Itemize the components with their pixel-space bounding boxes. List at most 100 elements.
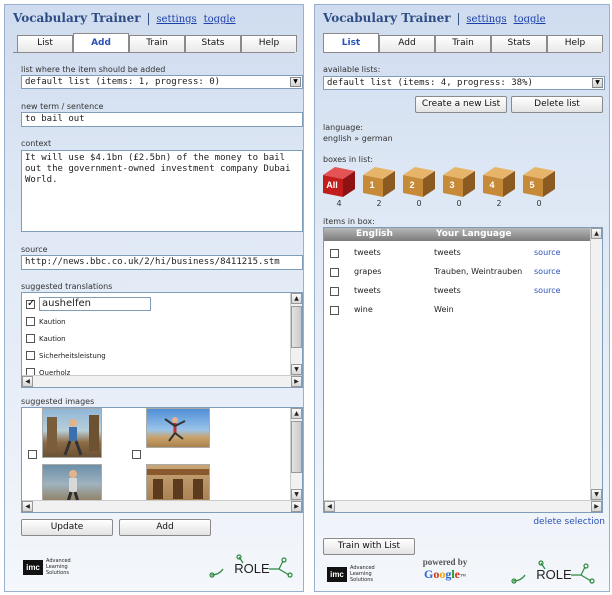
col-your-language: Your Language <box>436 229 512 239</box>
scroll-left-icon[interactable]: ◀ <box>22 376 33 387</box>
language-value: english » german <box>323 134 393 143</box>
toggle-link[interactable]: toggle <box>514 14 546 25</box>
translation-item[interactable]: Kaution <box>26 334 66 343</box>
scroll-left-icon[interactable]: ◀ <box>324 501 335 512</box>
box-1[interactable]: 1 <box>361 165 397 199</box>
scroll-down-icon[interactable]: ▼ <box>591 489 602 500</box>
term-label: new term / sentence <box>21 102 104 111</box>
title-bar: Vocabulary Trainer | settings toggle <box>13 11 240 25</box>
translation-checkbox[interactable] <box>26 317 35 326</box>
tab-add[interactable]: Add <box>73 33 129 52</box>
scroll-thumb[interactable] <box>291 421 302 473</box>
row-checkbox[interactable] <box>330 287 339 296</box>
source-link[interactable]: source <box>534 284 561 298</box>
powered-by-google: powered by Google™ <box>415 557 475 582</box>
items-vscroll[interactable]: ▲ ▼ <box>590 228 602 500</box>
suggested-image[interactable] <box>42 408 102 458</box>
create-list-button[interactable]: Create a new List <box>415 96 507 113</box>
tab-train[interactable]: Train <box>129 35 185 52</box>
table-row[interactable]: grapes Trauben, Weintrauben source <box>330 265 588 279</box>
box-count: 2 <box>376 199 382 208</box>
chevron-down-icon[interactable]: ▼ <box>290 77 301 87</box>
table-row[interactable]: tweets tweets source <box>330 246 588 260</box>
tab-stats[interactable]: Stats <box>491 35 547 52</box>
imc-logo-mark: imc <box>23 559 43 575</box>
row-checkbox[interactable] <box>330 249 339 258</box>
scroll-right-icon[interactable]: ▶ <box>291 376 302 387</box>
tab-help[interactable]: Help <box>547 35 603 52</box>
tab-add[interactable]: Add <box>379 35 435 52</box>
source-link[interactable]: source <box>534 265 561 279</box>
list-select-value: default list (items: 1, progress: 0) <box>25 77 221 87</box>
available-lists-select[interactable]: default list (items: 4, progress: 38%) ▼ <box>323 76 605 90</box>
delete-selection-link[interactable]: delete selection <box>533 517 605 527</box>
delete-list-button[interactable]: Delete list <box>511 96 603 113</box>
svg-text:ROLE: ROLE <box>234 561 270 576</box>
tab-list[interactable]: List <box>323 33 379 52</box>
images-vscroll[interactable]: ▲ ▼ <box>290 408 302 500</box>
row-checkbox[interactable] <box>330 306 339 315</box>
scroll-down-icon[interactable]: ▼ <box>291 489 302 500</box>
scroll-thumb[interactable] <box>291 306 302 348</box>
tab-divider <box>323 52 601 53</box>
box-2[interactable]: 2 <box>401 165 437 199</box>
translations-vscroll[interactable]: ▲ ▼ <box>290 293 302 375</box>
train-with-list-button[interactable]: Train with List <box>323 538 415 555</box>
source-input[interactable]: http://news.bbc.co.uk/2/hi/business/8411… <box>21 255 303 270</box>
scroll-up-icon[interactable]: ▲ <box>291 408 302 419</box>
svg-text:All: All <box>326 180 338 190</box>
suggested-image[interactable] <box>146 408 210 448</box>
translations-hscroll[interactable]: ◀ ▶ <box>22 375 302 387</box>
translation-item[interactable]: Sicherheitsleistung <box>26 351 106 360</box>
table-row[interactable]: tweets tweets source <box>330 284 588 298</box>
term-input[interactable]: to bail out <box>21 112 303 127</box>
image-checkbox[interactable] <box>28 450 37 459</box>
toggle-link[interactable]: toggle <box>204 14 236 25</box>
tab-help[interactable]: Help <box>241 35 297 52</box>
translation-checkbox[interactable] <box>26 351 35 360</box>
translations-list[interactable]: aushelfen Kaution Kaution Sicherheitslei… <box>21 292 303 388</box>
col-english: English <box>356 229 393 239</box>
tab-train[interactable]: Train <box>435 35 491 52</box>
images-list[interactable]: ▲ ▼ ◀ ▶ <box>21 407 303 513</box>
scroll-right-icon[interactable]: ▶ <box>291 501 302 512</box>
powered-by-text: powered by <box>422 557 468 567</box>
translation-item[interactable]: aushelfen <box>26 297 151 311</box>
chevron-down-icon[interactable]: ▼ <box>592 78 603 88</box>
scroll-right-icon[interactable]: ▶ <box>591 501 602 512</box>
add-button[interactable]: Add <box>119 519 211 536</box>
context-textarea[interactable]: It will use $4.1bn (£2.5bn) of the money… <box>21 150 303 232</box>
source-label: source <box>21 245 48 254</box>
image-checkbox[interactable] <box>132 450 141 459</box>
translation-checkbox[interactable] <box>26 298 35 309</box>
title-separator: | <box>146 11 151 25</box>
box-4[interactable]: 4 <box>481 165 517 199</box>
scroll-left-icon[interactable]: ◀ <box>22 501 33 512</box>
box-all[interactable]: All <box>321 165 357 199</box>
translation-checkbox[interactable] <box>26 334 35 343</box>
items-label: items in box: <box>323 217 375 226</box>
context-label: context <box>21 139 52 148</box>
items-table[interactable]: English Your Language tweets tweets sour… <box>323 227 603 513</box>
row-checkbox[interactable] <box>330 268 339 277</box>
tab-list[interactable]: List <box>17 35 73 52</box>
tab-stats[interactable]: Stats <box>185 35 241 52</box>
suggested-image[interactable] <box>42 464 102 504</box>
images-hscroll[interactable]: ◀ ▶ <box>22 500 302 512</box>
box-5[interactable]: 5 <box>521 165 557 199</box>
translation-item[interactable]: Kaution <box>26 317 66 326</box>
items-hscroll[interactable]: ◀ ▶ <box>324 500 602 512</box>
table-row[interactable]: wine Wein <box>330 303 588 317</box>
scroll-up-icon[interactable]: ▲ <box>591 228 602 239</box>
suggested-images-label: suggested images <box>21 397 95 406</box>
source-link[interactable]: source <box>534 246 561 260</box>
box-count: 2 <box>496 199 502 208</box>
update-button[interactable]: Update <box>21 519 113 536</box>
suggested-image[interactable] <box>146 464 210 504</box>
scroll-down-icon[interactable]: ▼ <box>291 364 302 375</box>
settings-link[interactable]: settings <box>156 14 196 25</box>
box-3[interactable]: 3 <box>441 165 477 199</box>
scroll-up-icon[interactable]: ▲ <box>291 293 302 304</box>
settings-link[interactable]: settings <box>466 14 506 25</box>
list-select[interactable]: default list (items: 1, progress: 0) ▼ <box>21 75 303 89</box>
